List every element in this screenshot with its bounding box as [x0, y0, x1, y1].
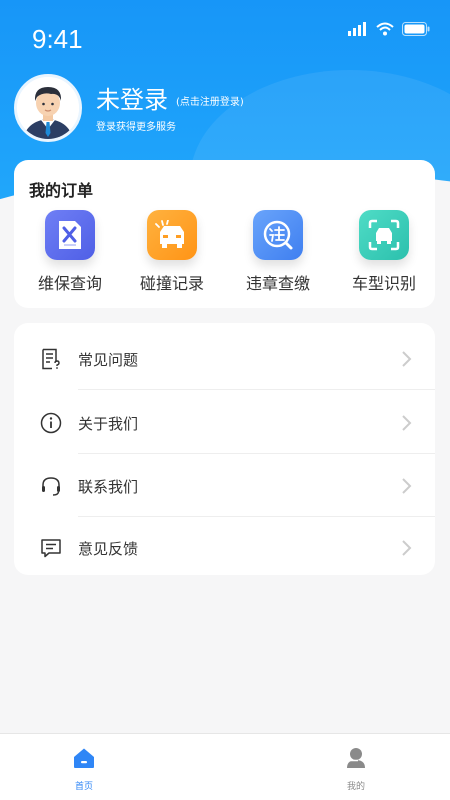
status-time: 9:41 [32, 24, 83, 54]
order-item-maintenance[interactable]: 维保查询 [24, 210, 116, 300]
order-label-maintenance: 维保查询 [37, 274, 102, 293]
home-icon [74, 748, 94, 768]
register-login-hint[interactable]: (点击注册登录) [176, 93, 244, 108]
chevron-right-icon [402, 351, 412, 367]
order-label-violation: 违章查缴 [245, 274, 310, 293]
bottom-tab-bar: 首页 我的 [0, 733, 450, 800]
menu-divider [78, 389, 435, 390]
menu-item-contact[interactable]: 联系我们 [14, 455, 435, 517]
faq-icon [42, 348, 60, 370]
status-bar: 9:41 [0, 0, 450, 70]
menu-item-feedback[interactable]: 意见反馈 [14, 517, 435, 579]
menu-label-contact: 联系我们 [78, 478, 139, 496]
orders-title: 我的订单 [29, 181, 94, 200]
status-icons [348, 22, 430, 36]
chevron-right-icon [402, 415, 412, 431]
car-scan-icon [359, 210, 409, 260]
menu-label-feedback: 意见反馈 [78, 540, 139, 558]
feedback-icon [41, 539, 61, 558]
tab-label-mine: 我的 [346, 782, 365, 792]
order-label-car-recognition: 车型识别 [351, 274, 416, 293]
avatar-person-icon [17, 77, 79, 139]
tab-label-home: 首页 [74, 782, 93, 792]
orders-card: 我的订单 维保查询 碰撞记录 违章查缴 车型识别 [14, 160, 435, 308]
headset-icon [42, 477, 60, 496]
maintenance-icon [45, 210, 95, 260]
violation-icon [253, 210, 303, 260]
order-item-collision[interactable]: 碰撞记录 [126, 210, 218, 300]
collision-car-icon [147, 210, 197, 260]
tab-mine[interactable]: 我的 [316, 746, 396, 796]
tab-home[interactable]: 首页 [44, 746, 124, 796]
chevron-right-icon [402, 540, 412, 556]
order-item-violation[interactable]: 违章查缴 [232, 210, 324, 300]
user-icon [347, 748, 365, 768]
signal-icon [348, 22, 366, 36]
login-subtitle: 登录获得更多服务 [96, 122, 176, 133]
order-item-car-recognition[interactable]: 车型识别 [338, 210, 430, 300]
menu-label-faq: 常见问题 [78, 351, 139, 369]
profile-header[interactable]: 未登录 (点击注册登录) 登录获得更多服务 [14, 74, 434, 144]
login-status-title[interactable]: 未登录 [96, 80, 168, 115]
menu-item-faq[interactable]: 常见问题 [14, 328, 435, 390]
menu-label-about: 关于我们 [78, 415, 139, 433]
menu-item-about[interactable]: 关于我们 [14, 392, 435, 454]
chevron-right-icon [402, 478, 412, 494]
order-label-collision: 碰撞记录 [139, 274, 204, 293]
info-icon [40, 412, 62, 434]
wifi-icon [376, 22, 394, 36]
menu-divider [78, 453, 435, 454]
menu-card: 常见问题 关于我们 联系我们 意见反馈 [14, 323, 435, 575]
battery-icon [402, 22, 430, 36]
avatar[interactable] [14, 74, 82, 142]
